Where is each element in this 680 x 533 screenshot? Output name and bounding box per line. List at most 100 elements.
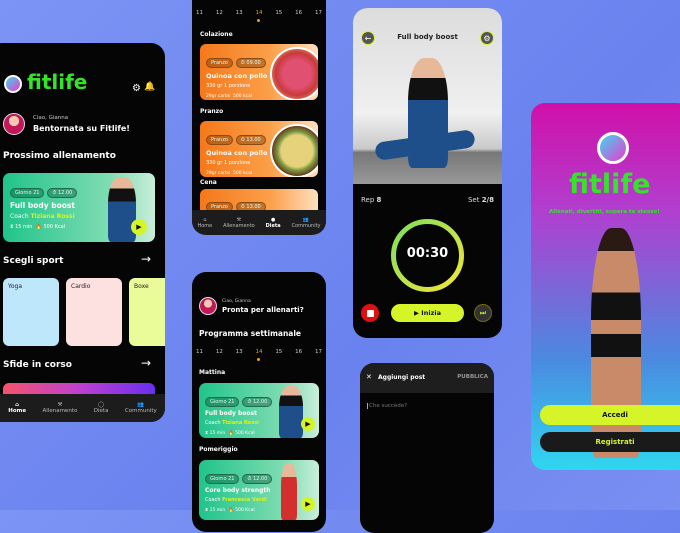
program-sessions-1-coach_prefix: Coach [205, 497, 221, 503]
sport-card-cardio[interactable]: Cardio [66, 278, 122, 346]
trainer-photo [279, 386, 303, 438]
app-logo: fitlife [27, 70, 88, 94]
nav-community[interactable]: 👥 Community [125, 402, 157, 414]
stop-button[interactable] [361, 304, 379, 322]
diet-dates-6: 17 [314, 10, 322, 16]
sports-title: Scegli sport [3, 256, 64, 266]
program-sessions-1-time: ⏱ 12.00 [242, 474, 273, 484]
diet-dates-5: 16 [295, 10, 303, 16]
post-input[interactable]: Che succede? [367, 403, 407, 409]
sport-card-boxe[interactable]: Boxe [129, 278, 165, 346]
start-button[interactable]: ▶ Inizia [391, 304, 464, 322]
diet-dates-0: 11 [196, 10, 203, 16]
login-screen: fitlife Allenati, divertiti, supera te s… [531, 103, 680, 470]
session-card[interactable]: Giorno 21 ⏱ 12.00 Core body strength Coac… [199, 460, 319, 520]
diet-meals-0-kcal: 500 kcal [233, 94, 253, 99]
workout-set: 2/8 [481, 196, 494, 204]
trainer-photo [108, 177, 136, 242]
settings-button[interactable]: ⚙ [480, 31, 494, 45]
timer-display: 00:30 [406, 246, 449, 261]
app-logo-icon [597, 132, 629, 164]
program-dates-0: 11 [196, 349, 203, 355]
program-dates-3: 14 [255, 349, 263, 361]
diet-meals-1-kcal: 500 kcal [233, 171, 253, 176]
coach-label: Coach [10, 213, 29, 220]
challenges-arrow-icon[interactable]: → [141, 356, 151, 370]
calories: 🔥 500 Kcal [35, 224, 66, 230]
nav-dieta[interactable]: ● Dieta [266, 217, 281, 229]
settings-icon[interactable]: ⚙ [132, 83, 141, 94]
program-sessions-0-coach: Tiziana Rossi [222, 420, 259, 426]
home-screen: fitlife ⚙ 🔔 Ciao, Gianna Bentornata su F… [0, 43, 165, 422]
home-nav-0: Home [8, 408, 27, 414]
date-picker[interactable]: 11 12 13 14 15 16 17 [196, 349, 322, 361]
program-screen: Ciao, Gianna Pronta per allenarti? Progr… [192, 272, 326, 532]
program-sessions-1-duration: ⧗ 15 min [205, 508, 226, 513]
day-badge: Giorno 21 [10, 188, 45, 198]
play-button[interactable]: ▶ [301, 497, 315, 511]
program-dates-2: 13 [235, 349, 243, 355]
session-section-title: Pomeriggio [199, 446, 238, 453]
avatar[interactable] [3, 113, 25, 135]
diet-dates-4: 15 [275, 10, 283, 16]
date-picker[interactable]: 11 12 13 14 15 16 17 [196, 10, 322, 22]
sport-label: Boxe [134, 283, 149, 290]
notification-bell-icon[interactable]: 🔔 [144, 82, 155, 92]
time-badge: ⏱ 12.00 [47, 188, 78, 198]
week-title: Programma settimanale [199, 329, 302, 338]
avatar[interactable] [199, 297, 217, 315]
sport-label: Yoga [8, 283, 23, 290]
program-sessions-0-kcal: 🔥 500 Kcal [228, 431, 255, 436]
session-card[interactable]: Giorno 21 ⏱ 12.00 Full body boost Coach T… [199, 383, 319, 438]
app-logo-icon [4, 75, 22, 93]
program-sessions-1-coach: Francesca Verdi [222, 497, 267, 503]
program-title: Pronta per allenarti? [222, 306, 304, 314]
meal-card[interactable]: Pranzo ⏱ 13.00 Quinoa con pollo 330 gr 1 … [200, 121, 318, 177]
program-dates-6: 17 [314, 349, 322, 355]
diet-meals-0-carbs: 29gr carbs [206, 94, 231, 99]
nav-allenamento[interactable]: ⚒ Allenamento [43, 402, 78, 414]
home-nav-2: Dieta [93, 408, 109, 414]
publish-button[interactable]: PUBBLICA [457, 374, 488, 380]
diet-dates-3: 14 [255, 10, 263, 22]
program-sessions-0-duration: ⧗ 15 min [205, 431, 226, 436]
program-dates-5: 16 [295, 349, 303, 355]
close-icon[interactable]: ✕ [366, 373, 372, 381]
play-button[interactable]: ▶ [131, 219, 147, 235]
trainer-photo [281, 463, 297, 520]
bottom-nav: ⌂ Home ⚒ Allenamento ● Dieta 👥 Community [192, 210, 326, 235]
nav-dieta[interactable]: ◯ Dieta [94, 402, 109, 414]
next-workout-card[interactable]: Giorno 21 ⏱ 12.00 Full body boost Coach T… [3, 173, 155, 242]
nav-community[interactable]: 👥 Community [292, 217, 321, 229]
nav-home[interactable]: ⌂ Home [197, 217, 212, 229]
meal-card[interactable]: Pranzo ⏱ 09.00 Quinoa con pollo 330 gr 1 … [200, 44, 318, 100]
program-sessions-1-day: Giorno 21 [205, 474, 240, 484]
program-dates-1: 12 [215, 349, 223, 355]
program-sessions-1-kcal: 🔥 500 Kcal [228, 508, 255, 513]
sport-label: Cardio [71, 283, 91, 290]
skip-button[interactable]: ⏭ [474, 304, 492, 322]
sport-card-yoga[interactable]: Yoga [3, 278, 59, 346]
diet-meals-0-tag: Pranzo [206, 58, 233, 68]
play-button[interactable]: ▶ [301, 417, 315, 431]
program-dates-4: 15 [275, 349, 283, 355]
challenges-title: Sfide in corso [3, 360, 72, 370]
set-counter: Set 2/8 [468, 196, 494, 204]
nav-allenamento[interactable]: ⚒ Allenamento [223, 217, 255, 229]
welcome-title: Bentornata su Fitlife! [33, 124, 130, 133]
nav-home[interactable]: ⌂ Home [8, 402, 26, 414]
login-button[interactable]: Accedi [540, 405, 680, 425]
food-photo [270, 124, 318, 177]
workout-rep: 8 [376, 196, 382, 204]
duration: ⧗ 15 min [10, 224, 33, 230]
diet-dates-2: 13 [235, 10, 243, 16]
program-sessions-0-coach_prefix: Coach [205, 420, 221, 426]
sports-arrow-icon[interactable]: → [141, 252, 151, 266]
register-button[interactable]: Registrati [540, 432, 680, 452]
add-post-screen: ✕ Aggiungi post PUBBLICA Che succede? [360, 363, 494, 533]
workout-set_label: Set [467, 196, 480, 204]
meal-section-title: Cena [200, 179, 217, 186]
diet-nav-2: Dieta [265, 222, 281, 229]
rep-counter: Rep 8 [361, 196, 381, 204]
diet-nav-3: Community [291, 222, 321, 229]
